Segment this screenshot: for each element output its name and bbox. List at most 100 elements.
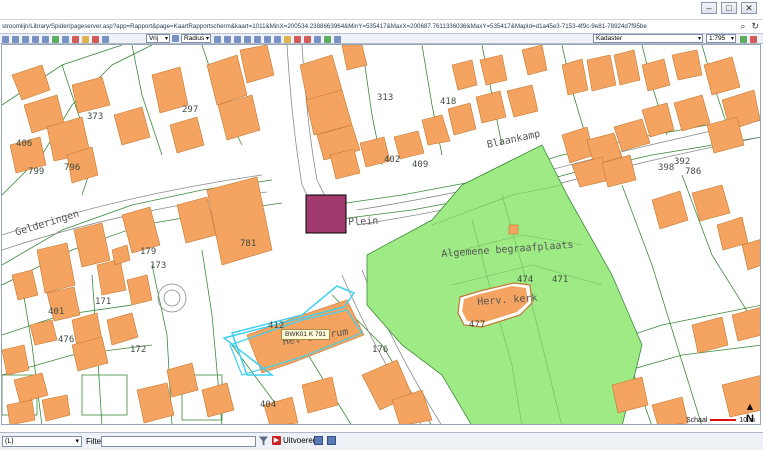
- filter-bar: (L) ▾ Filter ▶ Uitvoeren: [0, 432, 763, 450]
- legend-icon[interactable]: [740, 35, 747, 43]
- plot-number: 392: [674, 157, 691, 167]
- minimize-button[interactable]: –: [701, 2, 717, 14]
- refresh-icon[interactable]: ↻: [751, 21, 759, 32]
- globe-icon[interactable]: [314, 35, 321, 43]
- measure-icon[interactable]: [72, 35, 79, 43]
- plot-number: 409: [412, 160, 429, 170]
- parcel-popup-label[interactable]: BWK01 K 791: [281, 329, 330, 340]
- clear-selection-icon[interactable]: [92, 35, 99, 43]
- buffer-icon[interactable]: [264, 35, 271, 43]
- filter-layer-select[interactable]: (L) ▾: [2, 436, 82, 447]
- scale-bar: Schaal 10 m: [686, 417, 755, 424]
- scale-select-value: 1:795: [709, 35, 726, 42]
- previous-extent-icon[interactable]: [42, 35, 49, 43]
- zoom-out-icon[interactable]: [12, 35, 19, 43]
- plot-number: 398: [658, 163, 675, 173]
- chevron-down-icon: ▾: [164, 36, 168, 42]
- plot-number: 179: [140, 247, 157, 257]
- filter-layer-value: (L): [5, 438, 14, 445]
- print-icon[interactable]: [102, 35, 109, 43]
- address-bar: stroomlijn/Library/Spider/pageserver.asp…: [0, 20, 763, 34]
- plot-number: 373: [87, 112, 104, 122]
- search-icon[interactable]: ⌕: [740, 21, 745, 32]
- plot-number: 786: [685, 167, 702, 177]
- plot-number: 401: [48, 307, 65, 317]
- tool-icons: [2, 34, 109, 44]
- select-box-icon[interactable]: [244, 35, 251, 43]
- filter-input[interactable]: [101, 436, 256, 447]
- run-button[interactable]: ▶ Uitvoeren: [272, 436, 317, 445]
- plot-number: 402: [384, 155, 401, 165]
- scale-label: Schaal: [686, 417, 708, 424]
- chevron-down-icon: ▾: [75, 438, 79, 445]
- layer-select[interactable]: Kadaster ▾: [593, 34, 703, 43]
- plot-number: 474: [517, 275, 534, 285]
- chapel-building[interactable]: [508, 224, 519, 235]
- plot-number: 173: [150, 261, 167, 271]
- url-text[interactable]: stroomlijn/Library/Spider/pageserver.asp…: [2, 21, 718, 33]
- plot-number: 471: [552, 275, 569, 285]
- funnel-icon[interactable]: [259, 436, 268, 446]
- settings-icon[interactable]: [334, 35, 341, 43]
- identify-icon[interactable]: [62, 35, 69, 43]
- plot-number: 406: [16, 139, 33, 149]
- layers-icon[interactable]: [52, 35, 59, 43]
- street-label-plein: Plein: [348, 215, 379, 228]
- radius-select-value: Radius: [184, 35, 205, 42]
- plot-number: 781: [240, 239, 257, 249]
- full-extent-icon[interactable]: [32, 35, 39, 43]
- select-polygon-icon[interactable]: [234, 35, 241, 43]
- address-actions: ⌕ ↻: [740, 21, 759, 32]
- plot-number: 476: [58, 335, 75, 345]
- info-icon[interactable]: [274, 35, 281, 43]
- mode-select[interactable]: Vrij ▾: [146, 34, 170, 43]
- pan-icon[interactable]: [22, 35, 29, 43]
- bottom-icons: [314, 436, 336, 445]
- delete-icon[interactable]: [294, 35, 301, 43]
- run-label: Uitvoeren: [283, 436, 318, 445]
- selection-tool-icons: [214, 34, 341, 44]
- north-arrow-icon: ▲: [744, 401, 756, 413]
- select-icon[interactable]: [82, 35, 89, 43]
- scale-bar-line: [710, 419, 737, 422]
- window-controls: – □ ✕: [701, 2, 757, 14]
- title-bar: – □ ✕: [0, 0, 763, 20]
- chevron-down-icon: ▾: [205, 36, 209, 42]
- plot-number: 176: [372, 345, 389, 355]
- layer-select-value: Kadaster: [596, 35, 623, 42]
- legend-icons: [740, 34, 757, 44]
- zoom-in-icon[interactable]: [2, 35, 9, 43]
- mode-select-value: Vrij: [149, 35, 159, 42]
- selected-object[interactable]: [305, 194, 347, 234]
- plot-number: 799: [28, 167, 45, 177]
- scale-select[interactable]: 1:795 ▾: [706, 34, 736, 43]
- plot-number: 404: [260, 400, 277, 410]
- select-line-icon[interactable]: [224, 35, 231, 43]
- export-table-icon[interactable]: [314, 436, 323, 445]
- map-report-window: – □ ✕ stroomlijn/Library/Spider/pageserv…: [0, 0, 763, 452]
- plot-number: 172: [130, 345, 147, 355]
- print-table-icon[interactable]: [327, 436, 336, 445]
- plot-number: 418: [440, 97, 457, 107]
- close-button[interactable]: ✕: [741, 2, 757, 14]
- run-icon: ▶: [272, 436, 281, 445]
- plot-number: 796: [64, 163, 81, 173]
- select-circle-icon[interactable]: [254, 35, 261, 43]
- scale-value: 10 m: [739, 417, 755, 424]
- chevron-down-icon: ▾: [697, 36, 701, 42]
- help-icon[interactable]: [750, 35, 757, 43]
- plot-number: 313: [377, 93, 394, 103]
- select-point-icon[interactable]: [214, 35, 221, 43]
- radius-select[interactable]: Radius ▾: [181, 34, 211, 43]
- export-icon[interactable]: [324, 35, 331, 43]
- map-canvas[interactable]: Gelderingen Blaankamp Plein Het centrum …: [1, 44, 761, 425]
- stop-icon[interactable]: [304, 35, 311, 43]
- chevron-down-icon: ▾: [730, 36, 734, 42]
- label-icon[interactable]: [284, 35, 291, 43]
- radius-icon[interactable]: [172, 35, 179, 42]
- plot-number: 171: [95, 297, 112, 307]
- plot-number: 477: [469, 320, 486, 330]
- plot-number: 297: [182, 105, 199, 115]
- map-toolbar: Vrij ▾ Radius ▾ Kadaster ▾ 1:795 ▾: [0, 34, 763, 44]
- maximize-button[interactable]: □: [721, 2, 737, 14]
